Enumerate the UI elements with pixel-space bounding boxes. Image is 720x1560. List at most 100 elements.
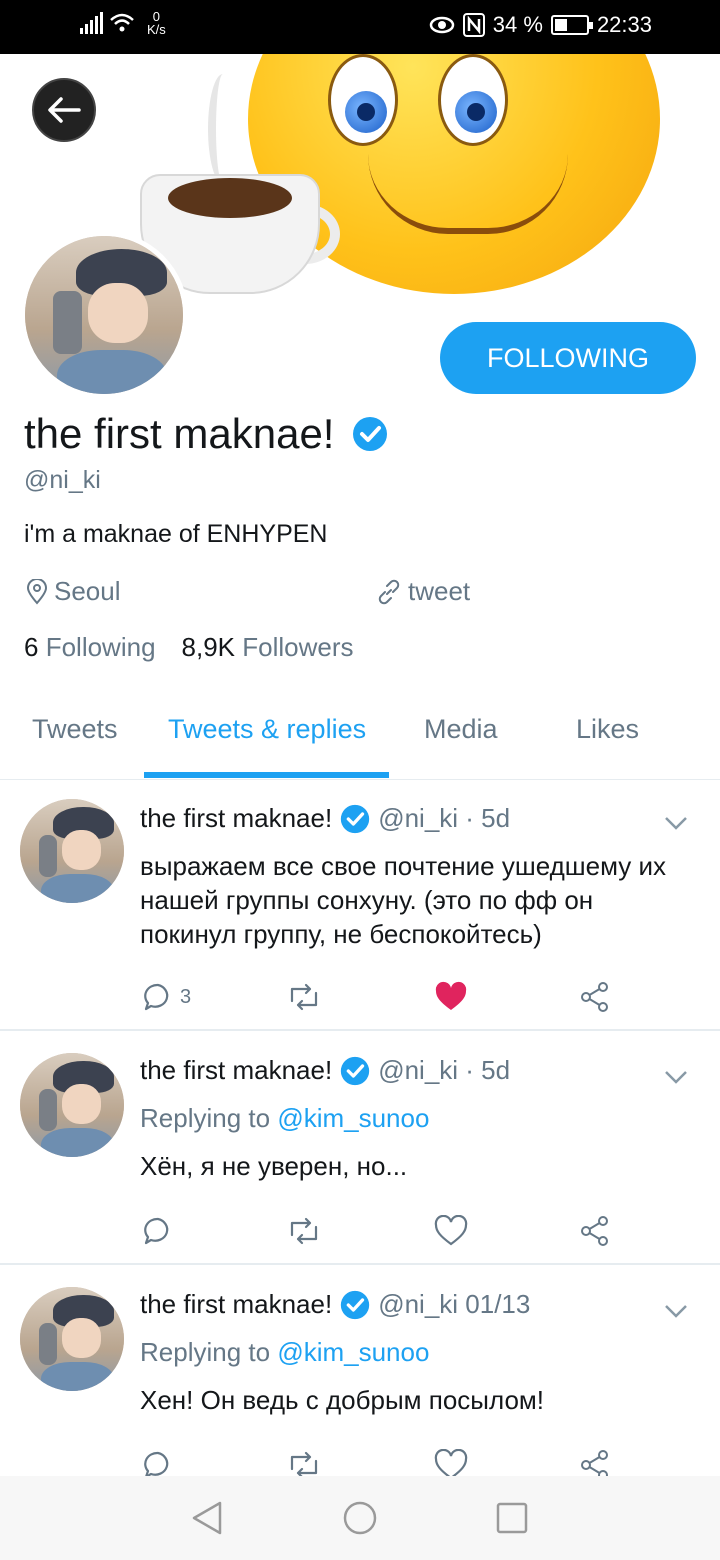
heart-filled-icon bbox=[435, 981, 467, 1010]
tweet-author-name[interactable]: the first maknae! bbox=[140, 1055, 332, 1086]
tab-media[interactable]: Media bbox=[424, 714, 498, 745]
nfc-icon bbox=[462, 13, 485, 37]
tab-tweets-replies[interactable]: Tweets & replies bbox=[168, 714, 366, 745]
like-button[interactable] bbox=[434, 1445, 468, 1476]
replying-to-link[interactable]: @kim_sunoo bbox=[277, 1103, 429, 1133]
signal-icon bbox=[80, 12, 103, 34]
verified-badge-icon bbox=[353, 417, 388, 451]
retweet-button[interactable] bbox=[286, 977, 322, 1017]
tweet-text: Хён, я не уверен, но... bbox=[140, 1151, 408, 1181]
reply-icon bbox=[144, 1451, 169, 1476]
status-right: 34 % 22:33 bbox=[429, 12, 652, 38]
retweet-icon bbox=[290, 1217, 318, 1245]
followers-label: Followers bbox=[242, 632, 354, 662]
heart-icon bbox=[434, 1449, 468, 1476]
tweet-actions bbox=[140, 1211, 620, 1251]
replying-to-link[interactable]: @kim_sunoo bbox=[277, 1337, 429, 1367]
verified-badge-icon bbox=[341, 1290, 370, 1319]
reply-icon bbox=[144, 1217, 169, 1245]
following-count-link[interactable]: 6 Following bbox=[24, 632, 156, 663]
tweet-avatar[interactable] bbox=[20, 1287, 124, 1391]
tab-likes[interactable]: Likes bbox=[576, 714, 639, 745]
tweet-actions: 3 bbox=[140, 977, 620, 1017]
tweet-meta: @ni_ki · 5d bbox=[378, 1055, 511, 1085]
tweet-item[interactable]: the first maknae! @ni_ki · 5d выражаем в… bbox=[0, 781, 720, 1031]
reply-button[interactable] bbox=[142, 1211, 174, 1251]
chevron-down-icon[interactable] bbox=[662, 1297, 690, 1325]
wifi-icon bbox=[110, 13, 134, 32]
tweet-header: the first maknae! @ni_ki · 5d bbox=[140, 1055, 510, 1086]
reply-button[interactable] bbox=[142, 1445, 174, 1476]
retweet-icon bbox=[290, 983, 318, 1011]
battery-percent: 34 % bbox=[492, 12, 543, 37]
share-button[interactable] bbox=[578, 1445, 612, 1476]
profile-display-name: the first maknae! bbox=[24, 410, 335, 457]
battery-icon bbox=[550, 15, 593, 35]
tweet-avatar[interactable] bbox=[20, 1053, 124, 1157]
reply-button[interactable]: 3 bbox=[142, 977, 191, 1017]
reply-count: 3 bbox=[180, 985, 192, 1008]
reply-icon bbox=[144, 983, 169, 1011]
followers-count: 8,9K bbox=[181, 632, 236, 662]
system-navigation-bar bbox=[0, 1476, 720, 1560]
tweet-meta: @ni_ki 01/13 bbox=[378, 1289, 531, 1319]
nav-back-icon[interactable] bbox=[190, 1500, 224, 1536]
share-button[interactable] bbox=[578, 977, 612, 1017]
link-icon bbox=[378, 579, 400, 604]
retweet-button[interactable] bbox=[286, 1445, 322, 1476]
verified-badge-icon bbox=[341, 1056, 370, 1085]
retweet-icon bbox=[290, 1451, 318, 1476]
chevron-down-icon[interactable] bbox=[662, 1063, 690, 1091]
replying-prefix: Replying to bbox=[140, 1103, 271, 1133]
tweet-text: выражаем все свое почтение ушедшему их н… bbox=[140, 851, 667, 949]
tweet-text: Хен! Он ведь с добрым посылом! bbox=[140, 1385, 545, 1415]
profile-name-row: the first maknae! bbox=[24, 410, 388, 458]
following-button[interactable]: FOLLOWING bbox=[440, 322, 696, 394]
net-speed-unit: K/s bbox=[147, 22, 166, 37]
tweet-header: the first maknae! @ni_ki · 5d bbox=[140, 803, 510, 834]
status-bar: 0 K/s 34 % 22:33 bbox=[0, 0, 720, 54]
profile-tabs: Tweets Tweets & replies Media Likes bbox=[0, 700, 720, 780]
clock: 22:33 bbox=[596, 12, 652, 37]
location-text: Seoul bbox=[54, 576, 121, 606]
tweet-header: the first maknae! @ni_ki 01/13 bbox=[140, 1289, 530, 1320]
tweet-item[interactable]: the first maknae! @ni_ki · 5d Replying t… bbox=[0, 1033, 720, 1265]
tweet-item[interactable]: the first maknae! @ni_ki 01/13 Replying … bbox=[0, 1267, 720, 1487]
replying-to: Replying to @kim_sunoo bbox=[140, 1337, 429, 1368]
tweet-avatar[interactable] bbox=[20, 799, 124, 903]
tweet-meta: @ni_ki · 5d bbox=[378, 803, 511, 833]
net-speed: 0 K/s bbox=[147, 10, 166, 36]
follow-counts: 6 Following 8,9K Followers bbox=[24, 632, 354, 663]
replying-to: Replying to @kim_sunoo bbox=[140, 1103, 429, 1134]
heart-icon bbox=[434, 1215, 468, 1246]
following-count: 6 bbox=[24, 632, 39, 662]
nav-home-icon[interactable] bbox=[342, 1500, 378, 1536]
retweet-button[interactable] bbox=[286, 1211, 322, 1251]
chevron-down-icon[interactable] bbox=[662, 809, 690, 837]
link-text[interactable]: tweet bbox=[408, 576, 470, 607]
verified-badge-icon bbox=[341, 804, 370, 833]
tweet-author-name[interactable]: the first maknae! bbox=[140, 1289, 332, 1320]
like-button[interactable] bbox=[434, 977, 468, 1017]
following-label: Following bbox=[45, 632, 156, 662]
active-tab-indicator bbox=[144, 772, 389, 778]
profile-avatar[interactable] bbox=[20, 231, 188, 399]
eye-icon bbox=[429, 16, 455, 34]
followers-count-link[interactable]: 8,9K Followers bbox=[182, 632, 354, 663]
share-icon bbox=[581, 1450, 608, 1476]
profile-bio: i'm a maknae of ENHYPEN bbox=[24, 520, 328, 548]
tweet-author-name[interactable]: the first maknae! bbox=[140, 803, 332, 834]
like-button[interactable] bbox=[434, 1211, 468, 1251]
share-icon bbox=[581, 982, 608, 1012]
tab-tweets[interactable]: Tweets bbox=[32, 714, 118, 745]
nav-recents-icon[interactable] bbox=[496, 1502, 528, 1534]
profile-link[interactable]: tweet bbox=[376, 576, 470, 607]
share-button[interactable] bbox=[578, 1211, 612, 1251]
replying-prefix: Replying to bbox=[140, 1337, 271, 1367]
location-pin-icon bbox=[26, 578, 48, 605]
profile-handle: @ni_ki bbox=[24, 466, 101, 494]
status-left: 0 K/s bbox=[80, 10, 166, 36]
back-button[interactable] bbox=[32, 78, 96, 142]
arrow-left-icon bbox=[48, 97, 81, 123]
profile-location: Seoul bbox=[26, 576, 121, 607]
